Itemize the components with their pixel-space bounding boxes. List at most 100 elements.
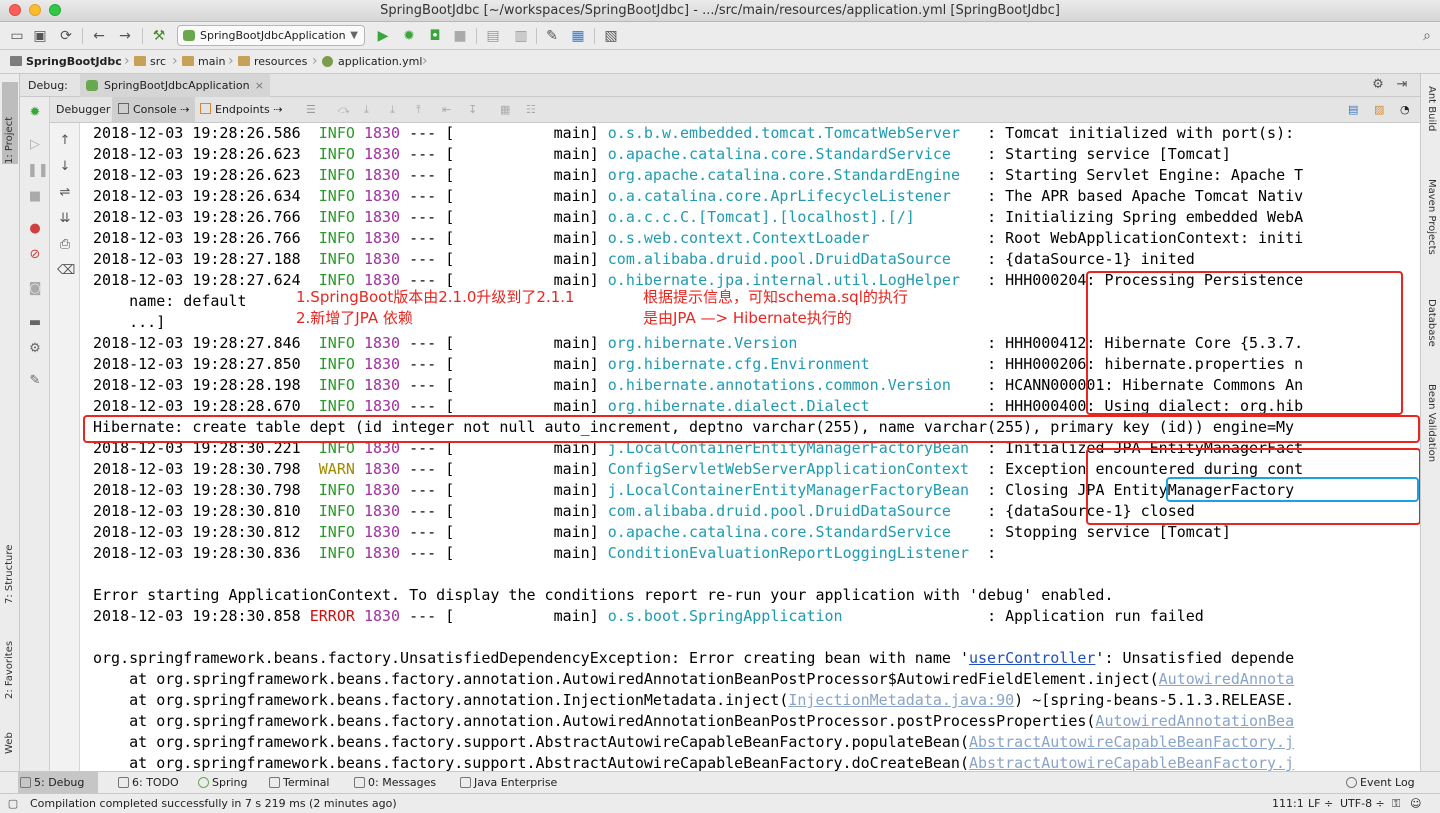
rerun-icon[interactable]: ✹ — [27, 105, 43, 121]
lock-icon[interactable]: ⚿ — [1392, 794, 1400, 813]
tab-endpoints[interactable]: Endpoints ⇢ — [194, 97, 288, 122]
mute-breakpoints-icon[interactable]: ⊘ — [27, 247, 43, 263]
file-encoding[interactable]: UTF-8 ÷ — [1340, 794, 1385, 813]
console-output[interactable]: 2018-12-03 19:28:26.586 INFO 1830 --- [ … — [80, 123, 1420, 771]
wrench-icon[interactable]: ✎ — [543, 27, 561, 45]
debug-session-tab[interactable]: SpringBootJdbcApplication × — [80, 74, 270, 97]
log-level: INFO — [309, 229, 355, 247]
log-colon: : — [987, 271, 997, 289]
tab-event-log[interactable]: Event Log — [1344, 772, 1415, 793]
tab-web[interactable]: Web — [2, 714, 18, 754]
stop-icon[interactable]: ■ — [451, 27, 469, 45]
scroll-up-icon[interactable]: ↑ — [57, 133, 73, 149]
scroll-to-end-icon[interactable]: ⇊ — [57, 211, 73, 227]
build-icon[interactable]: ▤ — [484, 27, 502, 45]
log-message: Application run failed — [1005, 607, 1204, 625]
drop-frame-icon[interactable]: ⇤ — [436, 97, 457, 122]
tab-spring[interactable]: Spring — [196, 772, 248, 793]
layout-icon[interactable]: ▬ — [27, 315, 43, 331]
todo-icon — [118, 777, 129, 788]
pause-icon[interactable]: ❚❚ — [27, 163, 49, 179]
coverage-icon[interactable]: ◘ — [426, 27, 444, 45]
debug-icon[interactable]: ✹ — [400, 27, 418, 45]
sdk-icon[interactable]: ▦ — [569, 27, 587, 45]
back-icon[interactable]: ← — [90, 27, 108, 45]
breadcrumb-src[interactable]: src — [134, 50, 166, 73]
log-message: {dataSource-1} inited — [1005, 250, 1195, 268]
stack-trace-link[interactable]: AutowiredAnnotationBea — [1095, 712, 1294, 730]
tool-windows-icon[interactable]: ▢ — [6, 795, 20, 811]
trace-icon[interactable]: ☷ — [520, 97, 542, 122]
gear-icon[interactable]: ⚙ — [1370, 77, 1386, 93]
sync-icon[interactable]: ⟳ — [57, 27, 75, 45]
settings-icon[interactable]: ⚙ — [27, 341, 43, 357]
tab-favorites[interactable]: 2: Favorites — [2, 619, 18, 699]
soft-wrap-icon[interactable]: ⇌ — [57, 185, 73, 201]
tab-database[interactable]: Database — [1423, 299, 1439, 369]
user-controller-link[interactable]: userController — [969, 649, 1095, 667]
restore-layout-icon[interactable]: ▤ — [1342, 97, 1364, 122]
run-config-selector[interactable]: SpringBootJdbcApplication ▼ — [177, 25, 365, 46]
step-over-icon[interactable]: ⤼ — [332, 97, 356, 122]
resume-icon[interactable]: ▷ — [27, 137, 43, 153]
hammer-icon[interactable]: ⚒ — [150, 27, 168, 45]
tab-java-enterprise[interactable]: Java Enterprise — [458, 772, 557, 793]
project-structure-icon[interactable]: ▥ — [512, 27, 530, 45]
step-out-icon[interactable]: ⤒ — [410, 97, 427, 122]
stack-trace-link[interactable]: AbstractAutowireCapableBeanFactory.j — [969, 754, 1294, 771]
minimize-window-button[interactable] — [29, 4, 41, 16]
tab-messages[interactable]: 0: Messages — [352, 772, 436, 793]
tab-project[interactable]: 1: Project — [2, 82, 18, 164]
camera-icon[interactable]: ◙ — [27, 281, 43, 297]
tab-console[interactable]: Console ⇢ — [112, 97, 196, 122]
log-logger: o.a.c.c.C.[Tomcat].[localhost].[/] — [607, 208, 979, 226]
save-icon[interactable]: ▣ — [31, 27, 49, 45]
force-step-into-icon[interactable]: ⤓ — [384, 97, 401, 122]
stop-icon[interactable]: ■ — [27, 189, 43, 205]
search-icon[interactable]: ⌕ — [1418, 27, 1436, 45]
log-level: INFO — [309, 523, 355, 541]
scroll-down-icon[interactable]: ↓ — [57, 159, 73, 175]
tab-debug[interactable]: 5: Debug — [18, 772, 98, 793]
hide-panel-icon[interactable]: ⇥ — [1394, 77, 1410, 93]
view-breakpoints-icon[interactable]: ● — [27, 221, 43, 237]
tab-structure[interactable]: 7: Structure — [2, 524, 18, 604]
tab-bean-validation[interactable]: Bean Validation — [1423, 384, 1439, 484]
log-bracket: [ — [445, 376, 455, 394]
vcs-icon[interactable]: ▧ — [602, 27, 620, 45]
print-icon[interactable]: ⎙ — [57, 237, 73, 253]
menu-icon[interactable]: ☰ — [300, 97, 322, 122]
stack-trace-link[interactable]: AutowiredAnnota — [1159, 670, 1294, 688]
open-folder-icon[interactable]: ▭ — [8, 27, 26, 45]
stack-trace-link[interactable]: InjectionMetadata.java:90 — [788, 691, 1014, 709]
breadcrumb-project[interactable]: SpringBootJdbc — [10, 50, 122, 73]
log-level: INFO — [309, 397, 355, 415]
run-to-cursor-icon[interactable]: ↧ — [462, 97, 483, 122]
tab-ant-build[interactable]: Ant Build — [1423, 86, 1439, 156]
step-into-icon[interactable]: ⤓ — [358, 97, 375, 122]
log-bracket: ] — [589, 250, 599, 268]
log-logger: o.s.web.context.ContextLoader — [607, 229, 979, 247]
trash-icon[interactable]: ⌫ — [57, 263, 75, 279]
breadcrumb-file[interactable]: application.yml — [322, 50, 422, 73]
memory-icon[interactable]: ▨ — [1368, 97, 1390, 122]
gauge-icon[interactable]: ◔ — [1394, 97, 1416, 122]
forward-icon[interactable]: → — [116, 27, 134, 45]
close-icon[interactable]: × — [255, 74, 264, 97]
tab-maven-projects[interactable]: Maven Projects — [1423, 179, 1439, 279]
zoom-window-button[interactable] — [49, 4, 61, 16]
breadcrumb-resources[interactable]: resources — [238, 50, 307, 73]
caret-position[interactable]: 111:1 — [1272, 794, 1304, 813]
tab-terminal[interactable]: Terminal — [267, 772, 330, 793]
tab-todo[interactable]: 6: TODO — [116, 772, 179, 793]
tab-debugger[interactable]: Debugger — [50, 97, 116, 122]
run-icon[interactable]: ▶ — [374, 27, 392, 45]
breadcrumb-main[interactable]: main — [182, 50, 225, 73]
close-window-button[interactable] — [9, 4, 21, 16]
stack-trace-link[interactable]: AbstractAutowireCapableBeanFactory.j — [969, 733, 1294, 751]
evaluate-icon[interactable]: ▦ — [494, 97, 516, 122]
pin-icon[interactable]: ✎ — [27, 373, 43, 389]
inspector-icon[interactable]: ☺ — [1410, 794, 1421, 813]
log-thread: main — [454, 502, 590, 520]
line-separator[interactable]: LF ÷ — [1308, 794, 1333, 813]
